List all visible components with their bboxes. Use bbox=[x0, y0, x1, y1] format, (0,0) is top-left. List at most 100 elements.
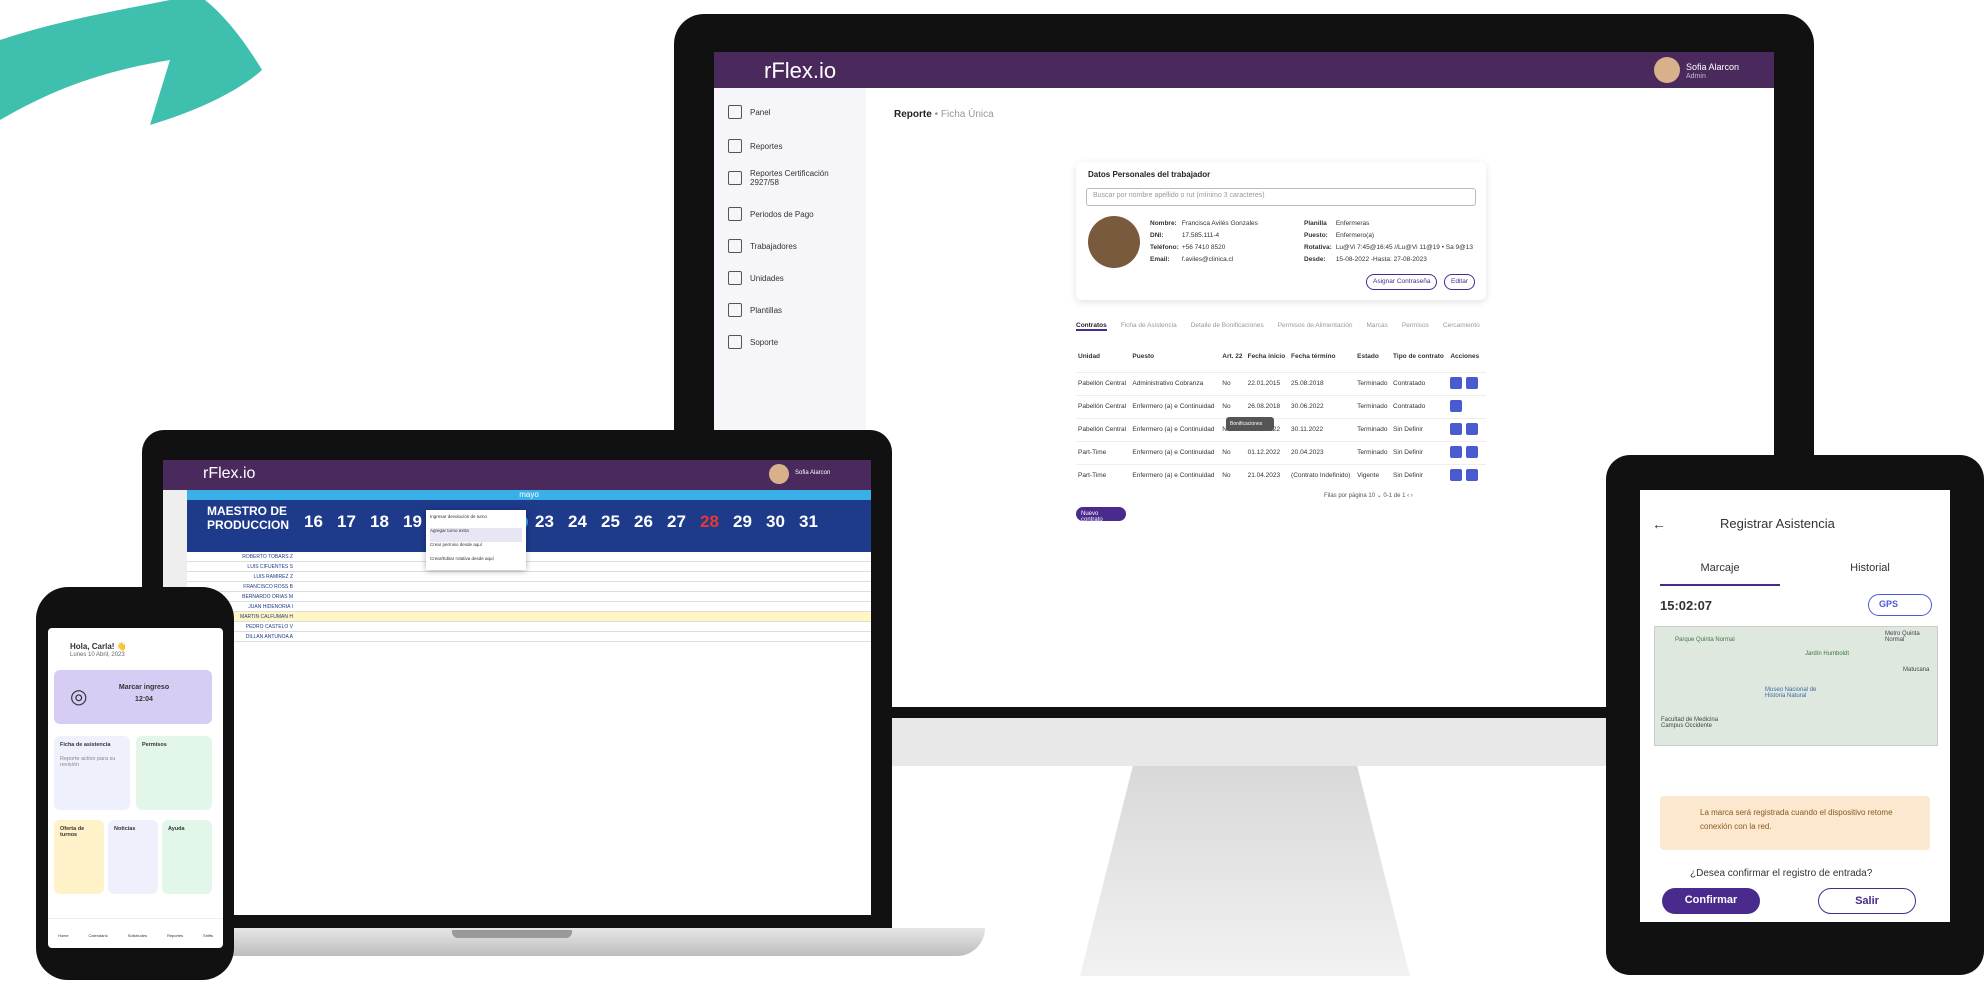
map[interactable]: Parque Quinta Normal Jardín Humboldt Mus… bbox=[1654, 626, 1938, 746]
back-arrow-icon[interactable]: ← bbox=[1652, 516, 1666, 532]
phone-screen: Hola, Carla! 👋 Lunes 10 Abril, 2023 ◎ Ma… bbox=[48, 628, 223, 948]
avatar[interactable] bbox=[769, 464, 789, 484]
bonus-icon[interactable] bbox=[1450, 399, 1463, 412]
gps-toggle[interactable]: GPS bbox=[1868, 594, 1932, 616]
map-label: Matucana bbox=[1903, 667, 1930, 673]
tab-marcaje[interactable]: Marcaje bbox=[1660, 562, 1780, 574]
month-label: mayo bbox=[187, 490, 871, 500]
sidebar-item-certificacion[interactable]: Reportes Certificación 2927/58 bbox=[728, 166, 838, 190]
app-logo[interactable]: rFlex.io bbox=[203, 465, 255, 483]
day-label[interactable]: 24 bbox=[561, 512, 594, 532]
nav-requests[interactable]: Solicitudes bbox=[128, 933, 147, 948]
tab-alimentacion[interactable]: Permisos de Alimentación bbox=[1278, 322, 1353, 331]
greeting: Hola, Carla! 👋 bbox=[70, 642, 127, 651]
sidebar-item-trabajadores[interactable]: Trabajadores bbox=[728, 234, 868, 258]
tile-oferta[interactable]: Oferta de turnos bbox=[54, 820, 104, 894]
sidebar-item-panel[interactable]: Panel bbox=[728, 100, 868, 124]
column-header: Estado bbox=[1357, 353, 1379, 361]
tile-permisos[interactable]: Permisos bbox=[136, 736, 212, 810]
table-row[interactable]: PEDRO CASTELO V bbox=[187, 622, 871, 632]
day-label[interactable]: 16 bbox=[297, 512, 330, 532]
tile-noticias[interactable]: Noticias bbox=[108, 820, 158, 894]
sidebar-item-periodos[interactable]: Periodos de Pago bbox=[728, 202, 868, 226]
document-icon[interactable] bbox=[1466, 468, 1479, 481]
context-menu-item[interactable]: Agregar turno extra bbox=[430, 528, 522, 542]
table-row[interactable]: JUAN HIDENORIA I bbox=[187, 602, 871, 612]
table-cell: Terminado bbox=[1355, 371, 1392, 395]
day-label[interactable]: 27 bbox=[660, 512, 693, 532]
table-cell: 01.12.2022 bbox=[1245, 440, 1290, 464]
day-label[interactable]: 25 bbox=[594, 512, 627, 532]
bonus-icon[interactable] bbox=[1450, 376, 1463, 389]
table-row[interactable]: MARTIN CALFUMAN H bbox=[187, 612, 871, 622]
table-cell: 25.08.2018 bbox=[1289, 371, 1356, 395]
sidebar-item-soporte[interactable]: Soporte bbox=[728, 330, 868, 354]
day-label[interactable]: 18 bbox=[363, 512, 396, 532]
table-row[interactable]: FRANCISCO ROSS B bbox=[187, 582, 871, 592]
table-row[interactable]: LUIS CIFUENTES S bbox=[187, 562, 871, 572]
document-icon[interactable] bbox=[1466, 445, 1479, 458]
table-row[interactable]: BERNARDO ORIAS M bbox=[187, 592, 871, 602]
day-label[interactable]: 26 bbox=[627, 512, 660, 532]
context-menu: Ingresar devolución de turno Agregar tur… bbox=[426, 510, 526, 570]
sidebar-item-plantillas[interactable]: Plantillas bbox=[728, 298, 868, 322]
sidebar-item-unidades[interactable]: Unidades bbox=[728, 266, 868, 290]
table-row[interactable]: LUIS RAMIREZ Z bbox=[187, 572, 871, 582]
worker-name: LUIS RAMIREZ Z bbox=[253, 573, 293, 580]
bonus-icon[interactable] bbox=[1450, 445, 1463, 458]
pagination[interactable]: Filas por página 10 ⌄ 0-1 de 1 ‹ › bbox=[1324, 492, 1413, 499]
sidebar-item-label: Unidades bbox=[750, 273, 784, 283]
assign-password-button[interactable]: Asignar Contraseña bbox=[1366, 274, 1438, 290]
day-label[interactable]: 29 bbox=[726, 512, 759, 532]
table-cell: Terminado bbox=[1355, 417, 1392, 441]
document-icon[interactable] bbox=[1466, 422, 1479, 435]
table-row[interactable]: DILLAN ANTUNOA A bbox=[187, 632, 871, 642]
tab-bonificaciones[interactable]: Detalle de Bonificaciones bbox=[1191, 322, 1264, 331]
day-label[interactable]: 23 bbox=[528, 512, 561, 532]
confirm-button[interactable]: Confirmar bbox=[1662, 888, 1760, 914]
tile-attendance[interactable]: Ficha de asistencia Reporte activo para … bbox=[54, 736, 130, 810]
context-menu-item[interactable]: Crear/Editar rotativa desde aquí bbox=[430, 556, 522, 570]
tab-historial[interactable]: Historial bbox=[1810, 562, 1930, 574]
field-value: Enfermeras bbox=[1335, 220, 1370, 227]
table-cell: Sin Definir bbox=[1391, 417, 1449, 441]
edit-button[interactable]: Editar bbox=[1444, 274, 1475, 290]
nav-reports[interactable]: Reportes bbox=[167, 933, 183, 948]
tile-ayuda[interactable]: Ayuda bbox=[162, 820, 212, 894]
table-row[interactable]: ROBERTO TOBARS Z bbox=[187, 552, 871, 562]
day-label[interactable]: 30 bbox=[759, 512, 792, 532]
day-label[interactable]: 19 bbox=[396, 512, 429, 532]
document-icon[interactable] bbox=[1466, 376, 1479, 389]
day-label[interactable]: 31 bbox=[792, 512, 825, 532]
sidebar-item-label: Soporte bbox=[750, 337, 779, 347]
tab-ficha[interactable]: Ficha de Asistencia bbox=[1121, 322, 1177, 331]
nav-calendar[interactable]: Calendario bbox=[88, 933, 107, 948]
day-label[interactable]: 28 bbox=[693, 512, 726, 532]
mark-entry-button[interactable]: ◎ Marcar ingreso 12:04 bbox=[54, 670, 212, 724]
exit-button[interactable]: Salir bbox=[1818, 888, 1916, 914]
context-menu-item[interactable]: Crear permiso desde aquí bbox=[430, 542, 522, 556]
context-menu-item[interactable]: Ingresar devolución de turno bbox=[430, 514, 522, 528]
table-cell: Part-Time bbox=[1076, 440, 1131, 464]
table-cell: Sin Definir bbox=[1391, 440, 1449, 464]
worker-rows: ROBERTO TOBARS Z LUIS CIFUENTES S LUIS R… bbox=[187, 552, 871, 642]
column-header: Fecha inicio bbox=[1247, 353, 1286, 361]
tab-marcas[interactable]: Marcas bbox=[1367, 322, 1388, 331]
tab-cercamiento[interactable]: Cercamiento bbox=[1443, 322, 1480, 331]
field-label: Email: bbox=[1150, 256, 1170, 263]
avatar[interactable] bbox=[1654, 57, 1680, 83]
nav-home[interactable]: Home bbox=[58, 933, 69, 948]
bonus-icon[interactable] bbox=[1450, 468, 1463, 481]
nav-shifts[interactable]: Shifts bbox=[203, 933, 213, 948]
breadcrumb-root[interactable]: Reporte bbox=[894, 109, 932, 120]
decorative-arrow bbox=[0, 0, 262, 125]
day-label[interactable]: 17 bbox=[330, 512, 363, 532]
table-row: Pabellón Central Administrativo Cobranza… bbox=[1076, 371, 1486, 395]
search-input[interactable]: Buscar por nombre apellido o rut (mínimo… bbox=[1086, 188, 1476, 206]
bonus-icon[interactable] bbox=[1450, 422, 1463, 435]
app-logo[interactable]: rFlex.io bbox=[764, 58, 836, 84]
tab-permisos[interactable]: Permisos bbox=[1402, 322, 1429, 331]
new-contract-button[interactable]: Nuevo contrato bbox=[1076, 507, 1126, 523]
sidebar-item-reportes[interactable]: Reportes bbox=[728, 134, 868, 158]
tab-contratos[interactable]: Contratos bbox=[1076, 322, 1107, 331]
